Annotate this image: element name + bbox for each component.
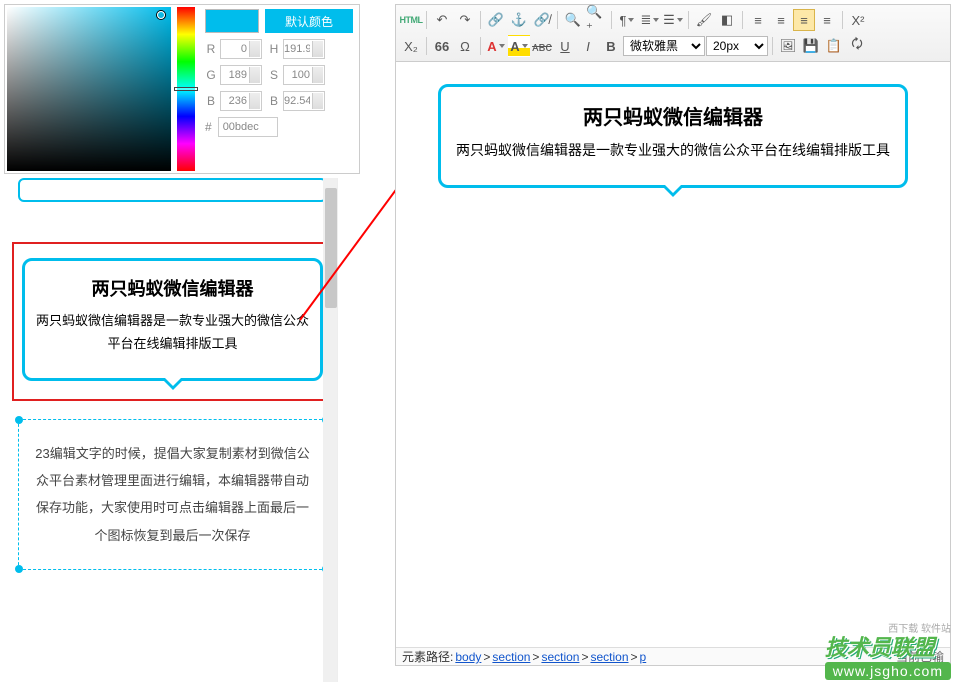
font-family-select[interactable]: 微软雅黑 bbox=[623, 36, 705, 56]
watermark: 西下载 软件站 技术员联盟 www.jsgho.com bbox=[825, 630, 951, 680]
default-color-button[interactable]: 默认颜色 bbox=[265, 9, 353, 33]
link-button[interactable]: 🔗 bbox=[485, 9, 507, 31]
canvas-title: 两只蚂蚁微信编辑器 bbox=[451, 101, 895, 130]
indent-button[interactable]: ≣ bbox=[639, 9, 661, 31]
undo-button[interactable]: ↶ bbox=[431, 9, 453, 31]
align-right-button[interactable]: ≡ bbox=[770, 9, 792, 31]
save-button[interactable]: 💾 bbox=[800, 35, 822, 57]
forecolor-button[interactable]: A bbox=[485, 35, 507, 57]
template-card-callout[interactable]: 两只蚂蚁微信编辑器 两只蚂蚁微信编辑器是一款专业强大的微信公众平台在线编辑排版工… bbox=[22, 258, 323, 381]
path-label: 元素路径: bbox=[402, 648, 453, 665]
subscript-button[interactable]: X₂ bbox=[400, 35, 422, 57]
italic-button[interactable]: I bbox=[577, 35, 599, 57]
h-input[interactable] bbox=[283, 39, 325, 59]
template-desc: 两只蚂蚁微信编辑器是一款专业强大的微信公众平台在线编辑排版工具 bbox=[35, 309, 310, 356]
path-section-3[interactable]: section bbox=[590, 648, 628, 665]
eraser-button[interactable]: ◧ bbox=[716, 9, 738, 31]
lineheight-button[interactable]: ☰ bbox=[662, 9, 684, 31]
template-selected-frame: 两只蚂蚁微信编辑器 两只蚂蚁微信编辑器是一款专业强大的微信公众平台在线编辑排版工… bbox=[12, 242, 333, 401]
strikethrough-button[interactable]: ᴀʙᴄ bbox=[531, 35, 553, 57]
g-input[interactable] bbox=[220, 65, 262, 85]
color-swatch bbox=[205, 9, 259, 33]
saturation-value-area[interactable] bbox=[7, 7, 171, 171]
template-dashed-card[interactable]: 23编辑文字的时候，提倡大家复制素材到微信公众平台素材管理里面进行编辑，本编辑器… bbox=[18, 419, 327, 570]
template-list: 请输入内容 两只蚂蚁微信编辑器 两只蚂蚁微信编辑器是一款专业强大的微信公众平台在… bbox=[8, 178, 338, 682]
hex-input[interactable] bbox=[218, 117, 278, 137]
rich-text-editor: HTML ↶ ↷ 🔗 ⚓ 🔗̸ 🔍 🔍⁺ ¶ ≣ ☰ 🖌 ◧ ≡ ≡ ≡ ≡ X… bbox=[395, 4, 951, 666]
template-cut-item[interactable]: 请输入内容 bbox=[18, 178, 327, 202]
s-input[interactable] bbox=[283, 65, 325, 85]
color-controls: 默认颜色 R H G S B B # bbox=[199, 5, 359, 173]
align-left-button[interactable]: ≡ bbox=[747, 9, 769, 31]
hue-slider[interactable] bbox=[177, 7, 195, 171]
underline-button[interactable]: U bbox=[554, 35, 576, 57]
brightness-input[interactable] bbox=[283, 91, 325, 111]
align-justify-button[interactable]: ≡ bbox=[816, 9, 838, 31]
canvas-card[interactable]: 两只蚂蚁微信编辑器 两只蚂蚁微信编辑器是一款专业强大的微信公众平台在线编辑排版工… bbox=[438, 84, 908, 188]
path-section-2[interactable]: section bbox=[541, 648, 579, 665]
unlink-button[interactable]: 🔗̸ bbox=[531, 9, 553, 31]
find-button[interactable]: 🔍 bbox=[562, 9, 584, 31]
backcolor-button[interactable]: A bbox=[508, 35, 530, 57]
bold-button[interactable]: B bbox=[600, 35, 622, 57]
paste-button[interactable]: 📋 bbox=[823, 35, 845, 57]
autoformat-button[interactable]: ¶ bbox=[616, 9, 638, 31]
specialchar-button[interactable]: Ω bbox=[454, 35, 476, 57]
restore-button[interactable]: 🗘 bbox=[846, 35, 868, 57]
image-button[interactable]: 🖼 bbox=[777, 35, 799, 57]
canvas-desc: 两只蚂蚁微信编辑器是一款专业强大的微信公众平台在线编辑排版工具 bbox=[451, 138, 895, 163]
editor-canvas[interactable]: 两只蚂蚁微信编辑器 两只蚂蚁微信编辑器是一款专业强大的微信公众平台在线编辑排版工… bbox=[396, 62, 950, 647]
template-title: 两只蚂蚁微信编辑器 bbox=[35, 275, 310, 301]
color-picker-panel: 默认颜色 R H G S B B # bbox=[4, 4, 360, 174]
template-dashed-text: 23编辑文字的时候，提倡大家复制素材到微信公众平台素材管理里面进行编辑，本编辑器… bbox=[35, 446, 309, 543]
anchor-button[interactable]: ⚓ bbox=[508, 9, 530, 31]
editor-toolbar: HTML ↶ ↷ 🔗 ⚓ 🔗̸ 🔍 🔍⁺ ¶ ≣ ☰ 🖌 ◧ ≡ ≡ ≡ ≡ X… bbox=[396, 5, 950, 62]
font-size-select[interactable]: 20px bbox=[706, 36, 768, 56]
align-center-button[interactable]: ≡ bbox=[793, 9, 815, 31]
scrollbar[interactable] bbox=[323, 178, 338, 682]
b-input[interactable] bbox=[220, 91, 262, 111]
superscript-button[interactable]: X² bbox=[847, 9, 869, 31]
path-p[interactable]: p bbox=[640, 648, 647, 665]
replace-button[interactable]: 🔍⁺ bbox=[585, 9, 607, 31]
brush-button[interactable]: 🖌 bbox=[693, 9, 715, 31]
blockquote-button[interactable]: 66 bbox=[431, 35, 453, 57]
path-section-1[interactable]: section bbox=[492, 648, 530, 665]
r-input[interactable] bbox=[220, 39, 262, 59]
source-button[interactable]: HTML bbox=[400, 9, 422, 31]
path-body[interactable]: body bbox=[455, 648, 481, 665]
redo-button[interactable]: ↷ bbox=[454, 9, 476, 31]
